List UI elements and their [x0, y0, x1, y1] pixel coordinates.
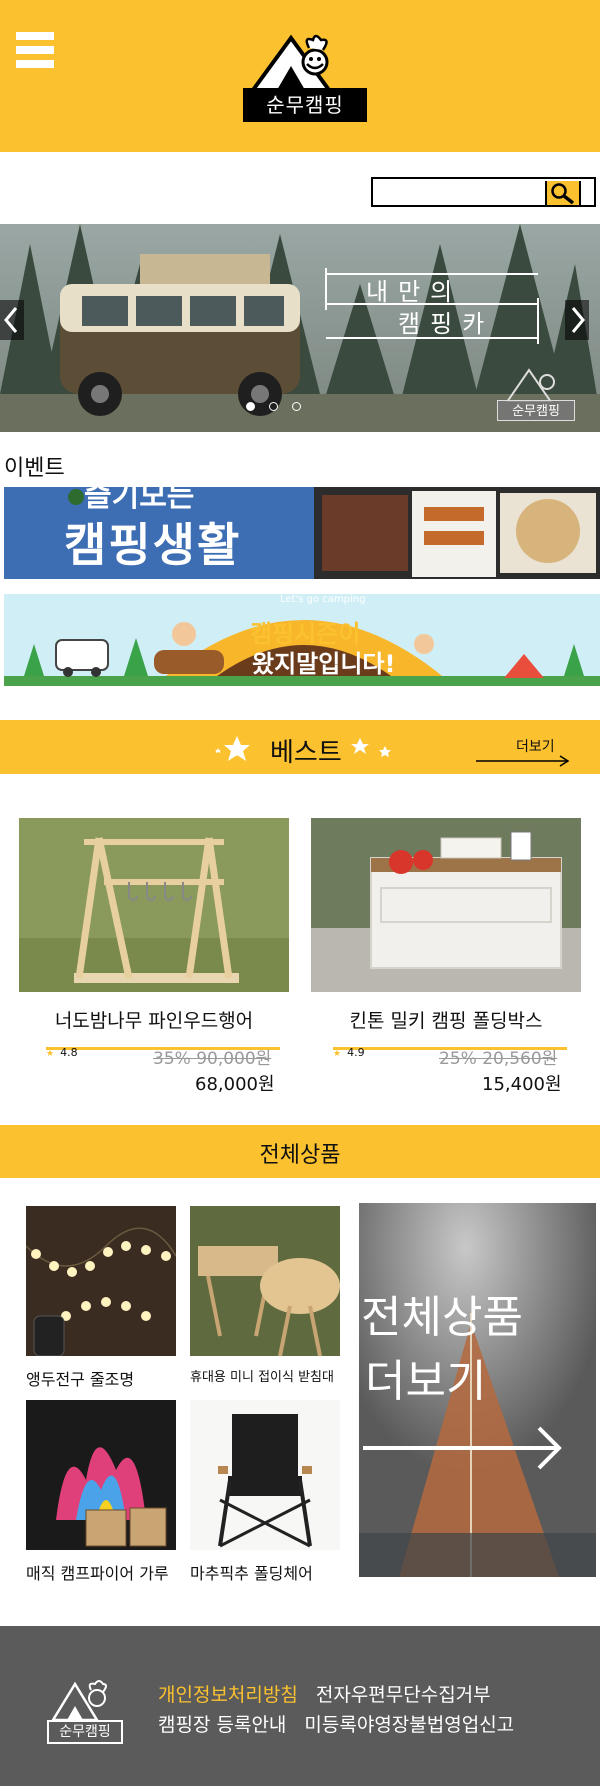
- view-all-line1: 전체상품: [361, 1292, 523, 1343]
- best-product-card[interactable]: 킨톤 밀키 캠핑 폴딩박스 ★ 4.9 25% 20,560원 15,400원: [311, 818, 581, 1095]
- event-section-title: 이벤트: [4, 456, 65, 481]
- banner-title: 내만의 캠핑카: [326, 268, 538, 338]
- search-button[interactable]: [545, 181, 581, 205]
- event-banner-2-small-text: Let's go camping: [280, 594, 366, 605]
- product-name[interactable]: 앵두전구 줄조명: [26, 1366, 176, 1390]
- search-box: [371, 177, 596, 207]
- best-section-header: 베스트 더보기: [0, 720, 600, 774]
- banner-title-line1: 내만의: [366, 278, 463, 306]
- star-icon: [224, 736, 250, 761]
- footer-links: 개인정보처리방침 전자우편무단수집거부 캠핑장 등록안내 미등록야영장불법영업신고: [158, 1680, 532, 1740]
- tent-logo-icon: [50, 1680, 107, 1722]
- email-refusal-link[interactable]: 전자우편무단수집거부: [316, 1684, 491, 1706]
- product-image[interactable]: [19, 818, 289, 992]
- all-products-title: 전체상품: [259, 1143, 341, 1168]
- product-image[interactable]: [26, 1206, 176, 1356]
- best-section-title: 베스트: [270, 738, 342, 768]
- product-rating: ★ 4.9: [333, 1046, 365, 1059]
- banner-logo-text: 순무캠핑: [497, 400, 575, 421]
- product-name[interactable]: 킨톤 밀키 캠핑 폴딩박스: [311, 1006, 581, 1033]
- banner-next-button[interactable]: [565, 300, 589, 340]
- view-all-line2: 더보기: [365, 1356, 487, 1407]
- tent-logo-icon: [249, 34, 333, 92]
- product-name[interactable]: 매직 캠프파이어 가루: [26, 1560, 176, 1584]
- campsite-registration-link[interactable]: 캠핑장 등록안내: [158, 1714, 286, 1736]
- event-banner-1[interactable]: 즐기모든 캠핑생활: [4, 487, 600, 579]
- star-icon: ★: [46, 1049, 55, 1059]
- product-tile[interactable]: 마추픽추 폴딩체어: [190, 1400, 340, 1584]
- banner-prev-button[interactable]: [0, 300, 24, 340]
- search-input[interactable]: [379, 179, 529, 205]
- all-products-section-header: 전체상품: [0, 1125, 600, 1178]
- product-image[interactable]: [190, 1400, 340, 1550]
- menu-icon[interactable]: [16, 32, 54, 72]
- event-banner-2-line2: 왔지말입니다!: [252, 650, 396, 678]
- product-name[interactable]: 너도밤나무 파인우드행어: [19, 1006, 289, 1033]
- arrow-right-icon: [363, 1426, 562, 1470]
- product-old-price: 25% 20,560원: [439, 1049, 558, 1069]
- view-all-products-card[interactable]: 전체상품 더보기: [359, 1203, 596, 1577]
- chevron-right-icon: [571, 307, 585, 333]
- logo[interactable]: 순무캠핑: [243, 32, 367, 122]
- pagination-dot[interactable]: [246, 402, 255, 411]
- rating-value: 4.8: [60, 1046, 78, 1059]
- product-image[interactable]: [311, 818, 581, 992]
- pagination-dot[interactable]: [292, 402, 301, 411]
- rating-value: 4.9: [347, 1046, 365, 1059]
- product-tile[interactable]: 매직 캠프파이어 가루: [26, 1400, 176, 1584]
- footer-logo[interactable]: 순무캠핑: [47, 1678, 123, 1744]
- pagination-dot[interactable]: [269, 402, 278, 411]
- footer: 순무캠핑 개인정보처리방침 전자우편무단수집거부 캠핑장 등록안내 미등록야영장불법…: [0, 1626, 600, 1786]
- star-icon: ★: [333, 1049, 342, 1059]
- search-icon: [551, 183, 575, 205]
- footer-logo-text: 순무캠핑: [47, 1720, 123, 1744]
- best-more-link[interactable]: 더보기: [516, 736, 555, 756]
- illegal-campsite-report-link[interactable]: 미등록야영장불법영업신고: [304, 1714, 514, 1736]
- logo-text: 순무캠핑: [243, 88, 367, 122]
- privacy-policy-link[interactable]: 개인정보처리방침: [158, 1684, 298, 1706]
- product-price: 68,000원: [195, 1074, 275, 1095]
- chevron-left-icon: [4, 307, 18, 333]
- product-rating: ★ 4.8: [46, 1046, 78, 1059]
- event-banner-1-text: 캠핑생활: [64, 518, 242, 572]
- tent-logo-icon: [505, 368, 555, 403]
- banner-title-line2: 캠핑카: [398, 310, 495, 338]
- banner-pagination: [246, 402, 301, 411]
- banner-watermark-logo: 순무캠핑: [497, 362, 575, 422]
- product-name[interactable]: 휴대용 미니 접이식 받침대: [190, 1366, 340, 1385]
- event-banner-2[interactable]: Let's go camping 캠핑시즌이 왔지말입니다!: [4, 594, 600, 686]
- hero-banner[interactable]: 내만의 캠핑카 순무캠핑: [0, 224, 600, 432]
- product-image[interactable]: [190, 1206, 340, 1356]
- product-tile[interactable]: 휴대용 미니 접이식 받침대: [190, 1206, 340, 1385]
- product-name[interactable]: 마추픽추 폴딩체어: [190, 1560, 340, 1584]
- best-product-card[interactable]: 너도밤나무 파인우드행어 ★ 4.8 35% 90,000원 68,000원: [19, 818, 289, 1095]
- header: 순무캠핑: [0, 0, 600, 152]
- product-old-price: 35% 90,000원: [153, 1049, 272, 1069]
- product-tile[interactable]: 앵두전구 줄조명: [26, 1206, 176, 1390]
- product-price: 15,400원: [482, 1074, 562, 1095]
- product-image[interactable]: [26, 1400, 176, 1550]
- arrow-right-icon: [476, 755, 570, 767]
